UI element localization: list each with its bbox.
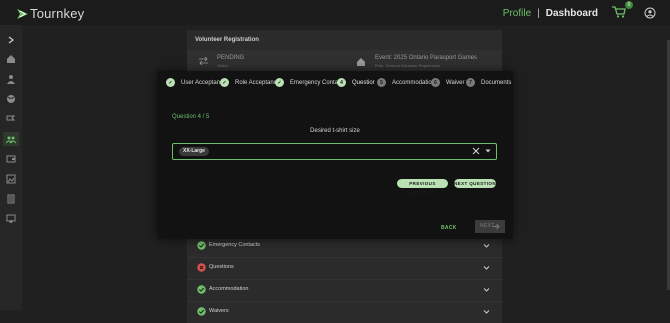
status-value: PENDING bbox=[217, 55, 245, 61]
check-circle-icon bbox=[197, 285, 206, 294]
caret-down-icon[interactable] bbox=[485, 148, 491, 154]
chevron-right-icon bbox=[8, 36, 14, 44]
nav-separator: | bbox=[537, 7, 540, 19]
step-label: Role Acceptanc bbox=[235, 79, 277, 86]
cart-icon bbox=[612, 6, 626, 18]
top-nav: Profile | Dashboard 0 bbox=[503, 1, 656, 20]
step-documents[interactable]: 7 Documents bbox=[466, 78, 511, 87]
question-title: Desired t-shirt size bbox=[310, 128, 360, 134]
step-accommodation[interactable]: 5 Accommodatio bbox=[377, 78, 432, 87]
sidebar-item-home[interactable] bbox=[3, 52, 19, 66]
certificate-icon bbox=[6, 214, 16, 223]
accordion-waivers[interactable]: Waivers bbox=[187, 301, 502, 323]
accordion-label: Waivers bbox=[209, 308, 229, 314]
sidebar-item-wallet[interactable] bbox=[3, 152, 19, 166]
step-number: 7 bbox=[466, 78, 475, 87]
ball-icon bbox=[7, 95, 15, 103]
image-icon bbox=[6, 174, 16, 184]
flag-icon bbox=[6, 115, 16, 121]
error-circle-icon bbox=[197, 263, 206, 272]
step-label: Waiver bbox=[446, 79, 465, 86]
profile-link[interactable]: Profile bbox=[503, 8, 531, 19]
step-waiver[interactable]: 6 Waiver bbox=[431, 78, 464, 87]
step-number: 5 bbox=[377, 78, 386, 87]
check-icon: ✓ bbox=[220, 78, 229, 87]
step-number: 4 bbox=[337, 78, 346, 87]
sidebar-item-reports[interactable] bbox=[3, 192, 19, 206]
step-label: Questior bbox=[352, 79, 375, 86]
step-user-acceptance[interactable]: ✓ User Acceptanc bbox=[166, 78, 223, 87]
accordion-label: Questions bbox=[209, 264, 234, 270]
step-role-acceptance[interactable]: ✓ Role Acceptanc bbox=[220, 78, 277, 87]
cart-count-badge: 0 bbox=[625, 1, 633, 9]
accordion-label: Accommodation bbox=[209, 286, 249, 292]
step-questions[interactable]: 4 Questior bbox=[337, 78, 375, 87]
clear-icon[interactable] bbox=[472, 147, 480, 155]
check-circle-icon bbox=[197, 307, 206, 316]
arrow-right-icon bbox=[493, 223, 500, 230]
sidebar bbox=[0, 25, 22, 310]
step-label: Documents bbox=[481, 79, 512, 86]
wallet-icon bbox=[6, 155, 16, 163]
logo-mark-icon bbox=[17, 8, 28, 19]
check-icon: ✓ bbox=[166, 78, 175, 87]
event-value: Event: 2025 Ontario Parasport Games bbox=[375, 55, 478, 61]
accordion-accommodation[interactable]: Accommodation bbox=[187, 279, 502, 301]
logo[interactable]: Tournkey bbox=[16, 6, 84, 21]
status-label: Status bbox=[217, 63, 229, 68]
sidebar-item-sports[interactable] bbox=[3, 92, 19, 106]
dashboard-link[interactable]: Dashboard bbox=[546, 8, 598, 19]
tshirt-size-select[interactable]: XX-Large bbox=[172, 143, 497, 160]
registration-card-title: Volunteer Registration bbox=[195, 37, 259, 43]
step-label: Accommodatio bbox=[392, 79, 432, 86]
cart-button[interactable]: 0 bbox=[612, 1, 633, 20]
back-button[interactable]: BACK bbox=[441, 225, 457, 231]
registration-summary-row bbox=[187, 50, 502, 72]
chevron-down-icon bbox=[483, 244, 490, 248]
home-icon bbox=[357, 58, 365, 66]
document-icon bbox=[7, 194, 15, 204]
accordion-label: Emergency Contacts bbox=[209, 242, 261, 248]
swap-icon bbox=[199, 57, 208, 65]
stepper: ✓ User Acceptanc ✓ Role Acceptanc ✓ Emer… bbox=[165, 78, 511, 90]
sidebar-item-certificates[interactable] bbox=[3, 212, 19, 226]
step-number: 6 bbox=[431, 78, 440, 87]
step-emergency-contact[interactable]: ✓ Emergency Contact bbox=[275, 78, 343, 87]
selected-value-chip[interactable]: XX-Large bbox=[179, 147, 209, 156]
step-label: User Acceptanc bbox=[181, 79, 224, 86]
account-icon[interactable] bbox=[644, 7, 656, 19]
previous-question-button[interactable]: PREVIOUS QUESTION bbox=[397, 179, 448, 195]
sidebar-expand-button[interactable] bbox=[3, 33, 19, 47]
home-icon bbox=[7, 55, 15, 63]
question-counter: Question 4 / 5 bbox=[172, 114, 210, 120]
sidebar-item-events[interactable] bbox=[3, 112, 19, 126]
next-question-button[interactable]: NEXT QUESTION bbox=[454, 179, 496, 188]
sidebar-item-media[interactable] bbox=[3, 172, 19, 186]
check-icon: ✓ bbox=[275, 78, 284, 87]
chevron-down-icon bbox=[483, 288, 490, 292]
person-icon bbox=[7, 75, 15, 84]
accordion-questions[interactable]: Questions bbox=[187, 257, 502, 279]
chevron-down-icon bbox=[483, 266, 490, 270]
check-circle-icon bbox=[197, 241, 206, 250]
sidebar-item-volunteers[interactable] bbox=[3, 132, 19, 146]
group-icon bbox=[6, 136, 16, 144]
top-bar: Tournkey Profile | Dashboard 0 bbox=[0, 0, 670, 25]
next-button[interactable]: NEXT bbox=[475, 220, 505, 233]
sidebar-item-profile[interactable] bbox=[3, 72, 19, 86]
logo-text: Tournkey bbox=[30, 6, 85, 21]
event-role-label: Role: General Volunteer Registration bbox=[375, 63, 441, 68]
step-label: Emergency Contact bbox=[290, 79, 343, 86]
